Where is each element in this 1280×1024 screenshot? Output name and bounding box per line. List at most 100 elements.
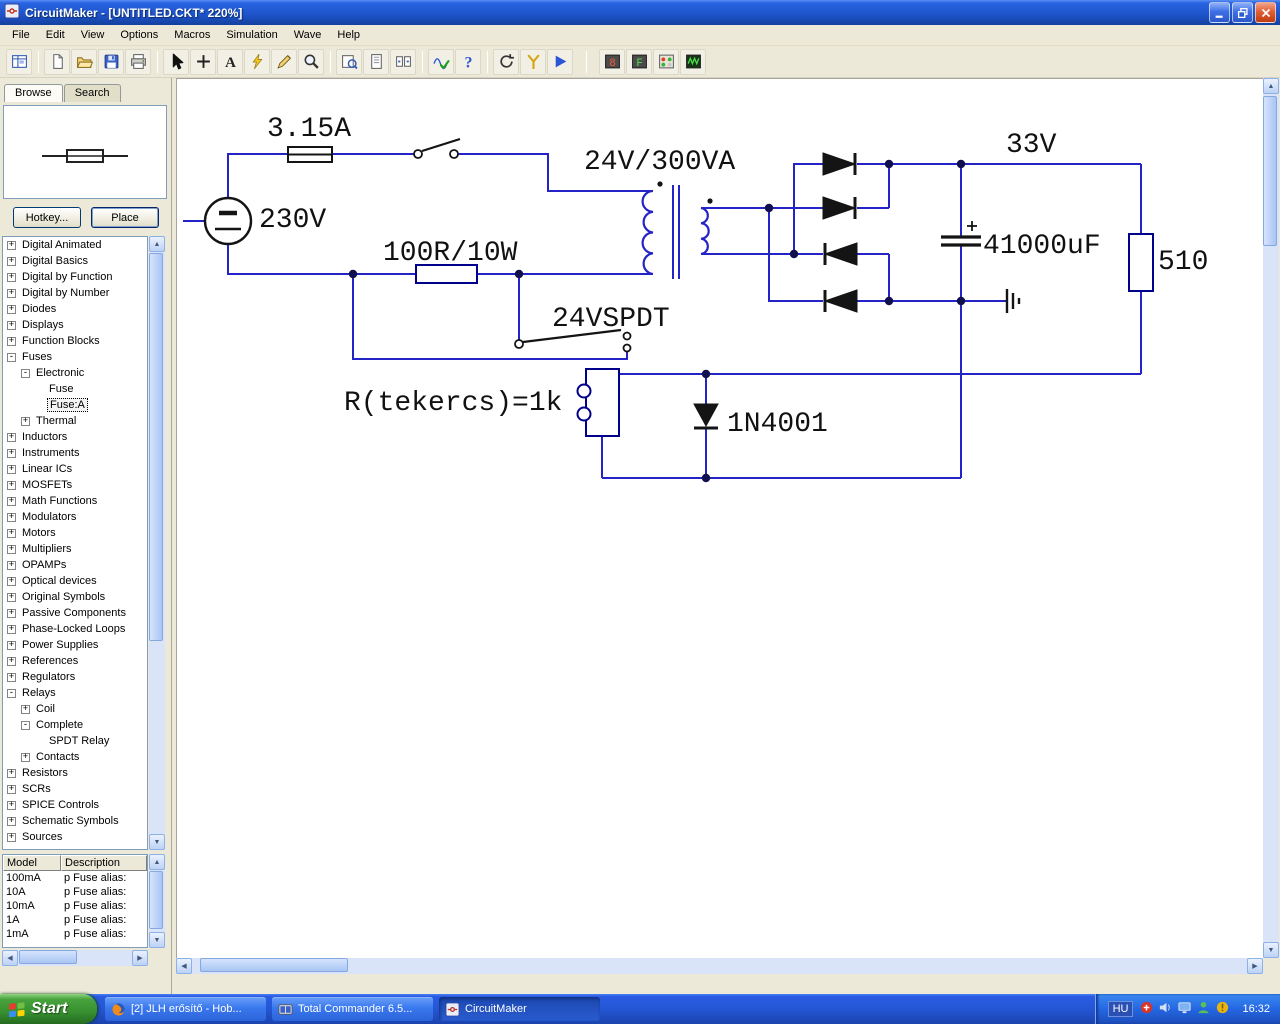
component-relay-coil[interactable] <box>576 368 620 437</box>
expand-toggle-icon[interactable]: + <box>7 528 16 538</box>
tree-item-references[interactable]: + References <box>3 653 147 669</box>
help-button[interactable]: ? <box>455 48 481 75</box>
label-output-voltage[interactable]: 33V <box>1006 130 1057 161</box>
sidebar-hscrollbar[interactable]: ◀ ▶ <box>2 950 148 966</box>
tree-item-schematic-symbols[interactable]: + Schematic Symbols <box>3 813 147 829</box>
expand-toggle-icon[interactable]: + <box>7 432 16 442</box>
expand-toggle-icon[interactable]: + <box>7 624 16 634</box>
component-ac-source[interactable] <box>203 196 253 246</box>
scroll-down-icon[interactable]: ▼ <box>149 932 165 948</box>
expand-toggle-icon[interactable]: + <box>21 752 30 762</box>
restore-button[interactable] <box>1232 2 1253 23</box>
tree-item-sources[interactable]: + Sources <box>3 829 147 845</box>
save-file-button[interactable] <box>98 48 124 75</box>
wire-tool-button[interactable] <box>190 48 216 75</box>
tree-item-coil[interactable]: + Coil <box>3 701 147 717</box>
tree-item-digital-basics[interactable]: + Digital Basics <box>3 253 147 269</box>
menu-file[interactable]: File <box>4 26 38 44</box>
expand-toggle-icon[interactable]: + <box>7 288 16 298</box>
label-relay-coil[interactable]: R(tekercs)=1k <box>344 388 562 419</box>
hotkey-button[interactable]: Hotkey... <box>13 207 81 228</box>
tree-item-displays[interactable]: + Displays <box>3 317 147 333</box>
tree-item-power-supplies[interactable]: + Power Supplies <box>3 637 147 653</box>
menu-view[interactable]: View <box>73 26 113 44</box>
display-logic-button[interactable] <box>653 48 679 75</box>
component-ground[interactable] <box>1005 289 1021 313</box>
component-load-resistor[interactable] <box>1128 233 1154 292</box>
tab-browse[interactable]: Browse <box>4 84 63 102</box>
antivirus-icon[interactable] <box>1139 1000 1154 1018</box>
display-scope-button[interactable] <box>680 48 706 75</box>
run-simulation-button[interactable] <box>547 48 573 75</box>
expand-toggle-icon[interactable]: + <box>7 768 16 778</box>
scroll-thumb[interactable] <box>19 950 77 964</box>
task-button-circuitmaker[interactable]: CircuitMaker <box>439 997 600 1021</box>
tree-item-inductors[interactable]: + Inductors <box>3 429 147 445</box>
tree-item-fuse-a[interactable]: Fuse:A <box>3 397 147 413</box>
tab-search[interactable]: Search <box>63 84 121 102</box>
minimize-button[interactable] <box>1209 2 1230 23</box>
expand-toggle-icon[interactable]: + <box>7 656 16 666</box>
probe-tool-button[interactable] <box>520 48 546 75</box>
zoom-tool-button[interactable] <box>298 48 324 75</box>
scroll-right-icon[interactable]: ▶ <box>132 950 148 966</box>
component-switch[interactable] <box>413 137 461 159</box>
tree-item-modulators[interactable]: + Modulators <box>3 509 147 525</box>
scroll-track[interactable] <box>149 870 165 932</box>
expand-toggle-icon[interactable]: + <box>7 592 16 602</box>
scroll-up-icon[interactable]: ▲ <box>149 854 165 870</box>
expand-toggle-icon[interactable]: - <box>7 688 16 698</box>
scroll-thumb[interactable] <box>1263 96 1277 246</box>
expand-toggle-icon[interactable]: - <box>7 352 16 362</box>
scroll-thumb[interactable] <box>149 253 163 641</box>
menu-wave[interactable]: Wave <box>286 26 330 44</box>
expand-toggle-icon[interactable]: + <box>21 704 30 714</box>
menu-edit[interactable]: Edit <box>38 26 73 44</box>
tree-item-instruments[interactable]: + Instruments <box>3 445 147 461</box>
tree-item-motors[interactable]: + Motors <box>3 525 147 541</box>
language-indicator[interactable]: HU <box>1107 1001 1134 1017</box>
display-hex-button[interactable]: F <box>626 48 652 75</box>
scroll-track[interactable] <box>149 252 165 834</box>
open-file-button[interactable] <box>71 48 97 75</box>
select-tool-button[interactable] <box>163 48 189 75</box>
tree-item-optical-devices[interactable]: + Optical devices <box>3 573 147 589</box>
tree-item-diodes[interactable]: + Diodes <box>3 301 147 317</box>
split-view-button[interactable] <box>390 48 416 75</box>
scroll-thumb[interactable] <box>149 871 163 929</box>
expand-toggle-icon[interactable]: + <box>7 560 16 570</box>
browse-panel-button[interactable] <box>6 48 32 75</box>
expand-toggle-icon[interactable]: + <box>7 480 16 490</box>
place-button[interactable]: Place <box>91 207 159 228</box>
tree-item-digital-by-number[interactable]: + Digital by Number <box>3 285 147 301</box>
expand-toggle-icon[interactable]: - <box>21 368 30 378</box>
expand-toggle-icon[interactable]: + <box>7 496 16 506</box>
expand-toggle-icon[interactable]: + <box>7 672 16 682</box>
scroll-right-icon[interactable]: ▶ <box>1247 958 1263 974</box>
update-icon[interactable] <box>1215 1000 1230 1018</box>
component-bridge-rectifier[interactable] <box>822 152 858 313</box>
label-transformer-rating[interactable]: 24V/300VA <box>584 147 735 178</box>
tree-item-digital-animated[interactable]: + Digital Animated <box>3 237 147 253</box>
start-button[interactable]: Start <box>0 994 97 1024</box>
scroll-track[interactable] <box>1263 94 1279 942</box>
component-transformer[interactable] <box>641 181 713 279</box>
expand-toggle-icon[interactable]: + <box>21 416 30 426</box>
tree-item-linear-ics[interactable]: + Linear ICs <box>3 461 147 477</box>
task-button-total-commander-6-5[interactable]: Total Commander 6.5... <box>272 997 433 1021</box>
close-button[interactable] <box>1255 2 1276 23</box>
menu-help[interactable]: Help <box>329 26 368 44</box>
schematic-canvas[interactable]: 3.15A 230V 24V/300VA 100R/10W 24VSPDT R(teker… <box>177 79 1264 959</box>
tree-item-fuse[interactable]: Fuse <box>3 381 147 397</box>
expand-toggle-icon[interactable]: + <box>7 544 16 554</box>
component-flyback-diode[interactable] <box>693 403 719 430</box>
reset-simulation-button[interactable] <box>493 48 519 75</box>
canvas-hscrollbar[interactable]: ◀ ▶ <box>176 958 1263 974</box>
model-row[interactable]: 100mA p Fuse alias: <box>3 871 147 885</box>
tree-item-math-functions[interactable]: + Math Functions <box>3 493 147 509</box>
model-row[interactable]: 1mA p Fuse alias: <box>3 927 147 941</box>
model-column-header[interactable]: Model <box>3 855 61 871</box>
menu-simulation[interactable]: Simulation <box>218 26 285 44</box>
expand-toggle-icon[interactable]: + <box>7 320 16 330</box>
model-row[interactable]: 10A p Fuse alias: <box>3 885 147 899</box>
